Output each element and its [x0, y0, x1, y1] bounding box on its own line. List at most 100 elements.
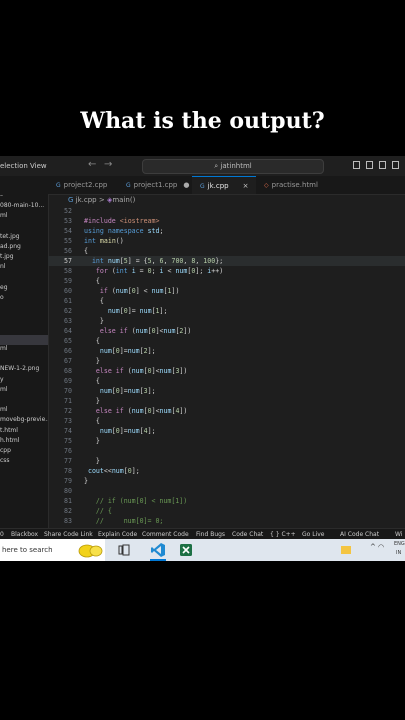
- code-line[interactable]: 59 {: [48, 276, 405, 286]
- sidebar-file-item[interactable]: movebg-previe...: [0, 416, 48, 426]
- code-line[interactable]: 62 num[0]= num[1];: [48, 306, 405, 316]
- status-item[interactable]: AI Code Chat: [340, 529, 379, 539]
- code-line[interactable]: 55 int main(): [48, 236, 405, 246]
- sidebar-file-item[interactable]: [0, 314, 48, 324]
- back-arrow-icon[interactable]: ←: [88, 159, 96, 170]
- code-editor[interactable]: 52 53 #include <iostream> 54 using namespace…: [48, 206, 405, 528]
- sidebar-file-item[interactable]: –: [0, 192, 48, 202]
- sidebar-file-item[interactable]: y: [0, 376, 48, 386]
- forward-arrow-icon[interactable]: →: [104, 159, 112, 170]
- sidebar-file-item[interactable]: nl: [0, 263, 48, 273]
- sidebar-file-item[interactable]: eg: [0, 284, 48, 294]
- toggle-panel-icon[interactable]: [353, 161, 360, 169]
- sidebar-file-item[interactable]: [0, 304, 48, 314]
- toggle-bottom-icon[interactable]: [379, 161, 386, 169]
- code-line[interactable]: 74 num[0]=num[4];: [48, 426, 405, 436]
- status-item[interactable]: 0: [0, 529, 4, 539]
- task-view-icon[interactable]: [118, 542, 130, 558]
- html-file-icon: ◇: [264, 182, 269, 189]
- sidebar-file-item[interactable]: css: [0, 457, 48, 467]
- code-line[interactable]: 72 else if (num[0]<num[4]): [48, 406, 405, 416]
- code-line[interactable]: 77 }: [48, 456, 405, 466]
- code-line[interactable]: 56 {: [48, 246, 405, 256]
- layout-icon[interactable]: [392, 161, 399, 169]
- status-item[interactable]: Find Bugs: [196, 529, 225, 539]
- sidebar-file-item[interactable]: [0, 274, 48, 284]
- sidebar-file-item[interactable]: ad.png: [0, 243, 48, 253]
- line-number: 82: [64, 507, 72, 515]
- tray-language[interactable]: ENG: [394, 541, 405, 547]
- breadcrumb-file[interactable]: jk.cpp: [76, 196, 97, 204]
- code-line[interactable]: 69 {: [48, 376, 405, 386]
- wifi-icon[interactable]: ◠: [378, 543, 384, 551]
- code-line[interactable]: 52: [48, 206, 405, 216]
- excel-icon[interactable]: [178, 542, 194, 558]
- code-line[interactable]: 75 }: [48, 436, 405, 446]
- sidebar-file-item[interactable]: t.html: [0, 427, 48, 437]
- code-line[interactable]: 57 int num[5] = {5, 6, 700, 8, 100};: [48, 256, 405, 266]
- sidebar-file-item[interactable]: [0, 223, 48, 233]
- sidebar-file-item[interactable]: ml: [0, 212, 48, 222]
- sidebar-file-item[interactable]: ml: [0, 386, 48, 396]
- code-line[interactable]: 71 }: [48, 396, 405, 406]
- code-line[interactable]: 64 else if (num[0]<num[2]): [48, 326, 405, 336]
- status-item[interactable]: Code Chat: [232, 529, 263, 539]
- line-number: 81: [64, 497, 72, 505]
- sidebar-file-item[interactable]: t.jpg: [0, 253, 48, 263]
- sidebar-file-item[interactable]: o: [0, 294, 48, 304]
- sidebar-file-item[interactable]: tet.jpg: [0, 233, 48, 243]
- tab-practise[interactable]: ◇ practise.html: [256, 176, 336, 194]
- status-item[interactable]: Blackbox: [11, 529, 38, 539]
- tab-project1[interactable]: Gproject1.cpp ●: [118, 176, 192, 194]
- command-search-box[interactable]: ⌕ jatinhtml: [142, 159, 324, 174]
- folder-icon[interactable]: [340, 542, 352, 558]
- status-item[interactable]: Wi: [395, 529, 402, 539]
- code-line[interactable]: 58 for (int i = 0; i < num[0]; i++): [48, 266, 405, 276]
- code-line[interactable]: 82 // {: [48, 506, 405, 516]
- code-line[interactable]: 65 {: [48, 336, 405, 346]
- menu-selection[interactable]: election: [0, 162, 28, 170]
- sidebar-file-item[interactable]: [0, 396, 48, 406]
- tab-jk[interactable]: Gjk.cpp ×: [192, 176, 256, 194]
- sidebar-file-item[interactable]: NEW-1-2.png: [0, 365, 48, 375]
- sidebar-file-item[interactable]: cpp: [0, 447, 48, 457]
- close-icon[interactable]: ×: [243, 182, 249, 190]
- sidebar-file-item[interactable]: h.html: [0, 437, 48, 447]
- sidebar-file-item[interactable]: [0, 355, 48, 365]
- breadcrumb-symbol[interactable]: main(): [112, 196, 135, 204]
- code-line[interactable]: 76: [48, 446, 405, 456]
- sidebar-file-item[interactable]: ml: [0, 345, 48, 355]
- code-line[interactable]: 60 if (num[0] < num[1]): [48, 286, 405, 296]
- code-line[interactable]: 66 num[0]=num[2];: [48, 346, 405, 356]
- sidebar-file-item[interactable]: [0, 325, 48, 335]
- code-line[interactable]: 70 num[0]=num[3];: [48, 386, 405, 396]
- status-item[interactable]: Go Live: [302, 529, 324, 539]
- code-line[interactable]: 67 }: [48, 356, 405, 366]
- code-line[interactable]: 73 {: [48, 416, 405, 426]
- status-item[interactable]: Comment Code: [142, 529, 189, 539]
- code-line[interactable]: 83 // num[0]= 0;: [48, 516, 405, 526]
- code-line[interactable]: 68 else if (num[0]<num[3]): [48, 366, 405, 376]
- code-line[interactable]: 53 #include <iostream>: [48, 216, 405, 226]
- vscode-icon[interactable]: [150, 542, 166, 558]
- code-text: {: [84, 247, 88, 255]
- code-line[interactable]: 79}: [48, 476, 405, 486]
- toggle-sidebar-icon[interactable]: [366, 161, 373, 169]
- code-line[interactable]: 78 cout<<num[0];: [48, 466, 405, 476]
- code-line[interactable]: 63 }: [48, 316, 405, 326]
- sidebar-file-item[interactable]: [0, 334, 48, 345]
- menu-view[interactable]: View: [30, 162, 47, 170]
- chevron-up-icon[interactable]: ^: [370, 543, 376, 551]
- code-line[interactable]: 61 {: [48, 296, 405, 306]
- line-number: 67: [64, 357, 72, 365]
- line-number: 61: [64, 297, 72, 305]
- code-line[interactable]: 81 // if (num[0] < num[1]): [48, 496, 405, 506]
- tab-project2[interactable]: Gproject2.cpp: [48, 176, 118, 194]
- sidebar-file-item[interactable]: ml: [0, 406, 48, 416]
- sidebar-file-item[interactable]: 080-main-10...: [0, 202, 48, 212]
- status-item[interactable]: { } C++: [270, 529, 296, 539]
- code-line[interactable]: 80: [48, 486, 405, 496]
- status-item[interactable]: Share Code Link: [44, 529, 93, 539]
- status-item[interactable]: Explain Code: [98, 529, 137, 539]
- code-line[interactable]: 54 using namespace std;: [48, 226, 405, 236]
